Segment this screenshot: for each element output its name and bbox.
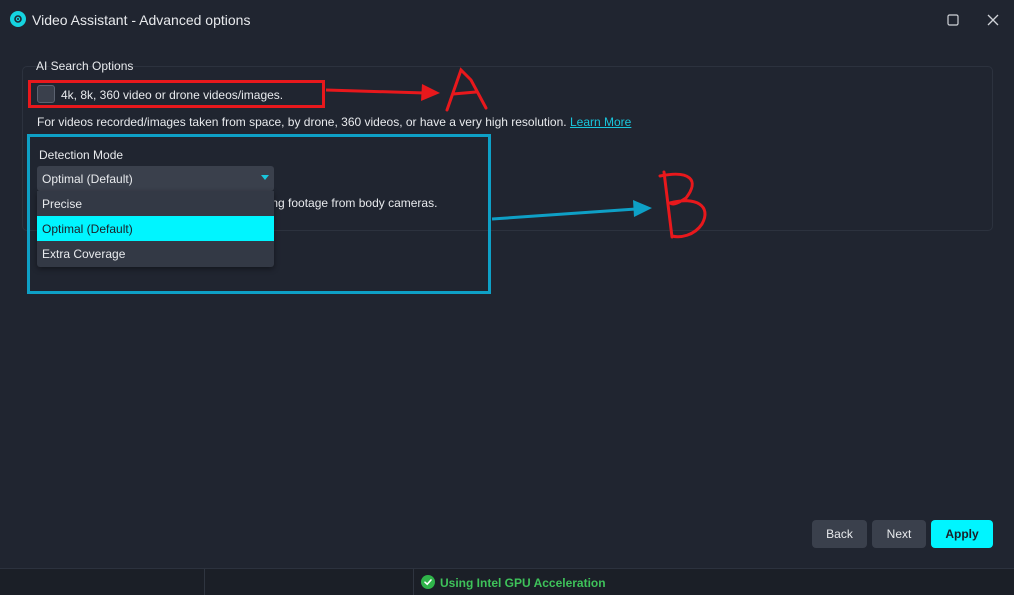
check-circle-icon bbox=[421, 575, 435, 589]
ai-search-options-title: AI Search Options bbox=[36, 59, 134, 73]
annotation-a-box bbox=[28, 80, 325, 108]
status-bar: Using Intel GPU Acceleration bbox=[0, 568, 1014, 595]
close-button[interactable] bbox=[980, 8, 1006, 32]
maximize-icon bbox=[947, 14, 959, 26]
status-divider bbox=[204, 569, 205, 595]
next-button[interactable]: Next bbox=[872, 520, 926, 548]
apply-button[interactable]: Apply bbox=[931, 520, 993, 548]
high-res-description: For videos recorded/images taken from sp… bbox=[37, 115, 631, 129]
gpu-acceleration-status: Using Intel GPU Acceleration bbox=[440, 576, 606, 590]
high-res-description-text: For videos recorded/images taken from sp… bbox=[37, 115, 567, 129]
close-icon bbox=[987, 14, 999, 26]
status-divider bbox=[413, 569, 414, 595]
maximize-button[interactable] bbox=[940, 8, 966, 32]
title-bar: Video Assistant - Advanced options bbox=[0, 0, 1014, 40]
window-title: Video Assistant - Advanced options bbox=[32, 12, 251, 28]
learn-more-link[interactable]: Learn More bbox=[570, 115, 631, 129]
video-assistant-logo-icon bbox=[10, 11, 26, 27]
annotation-b-box bbox=[27, 134, 491, 294]
back-button[interactable]: Back bbox=[812, 520, 867, 548]
